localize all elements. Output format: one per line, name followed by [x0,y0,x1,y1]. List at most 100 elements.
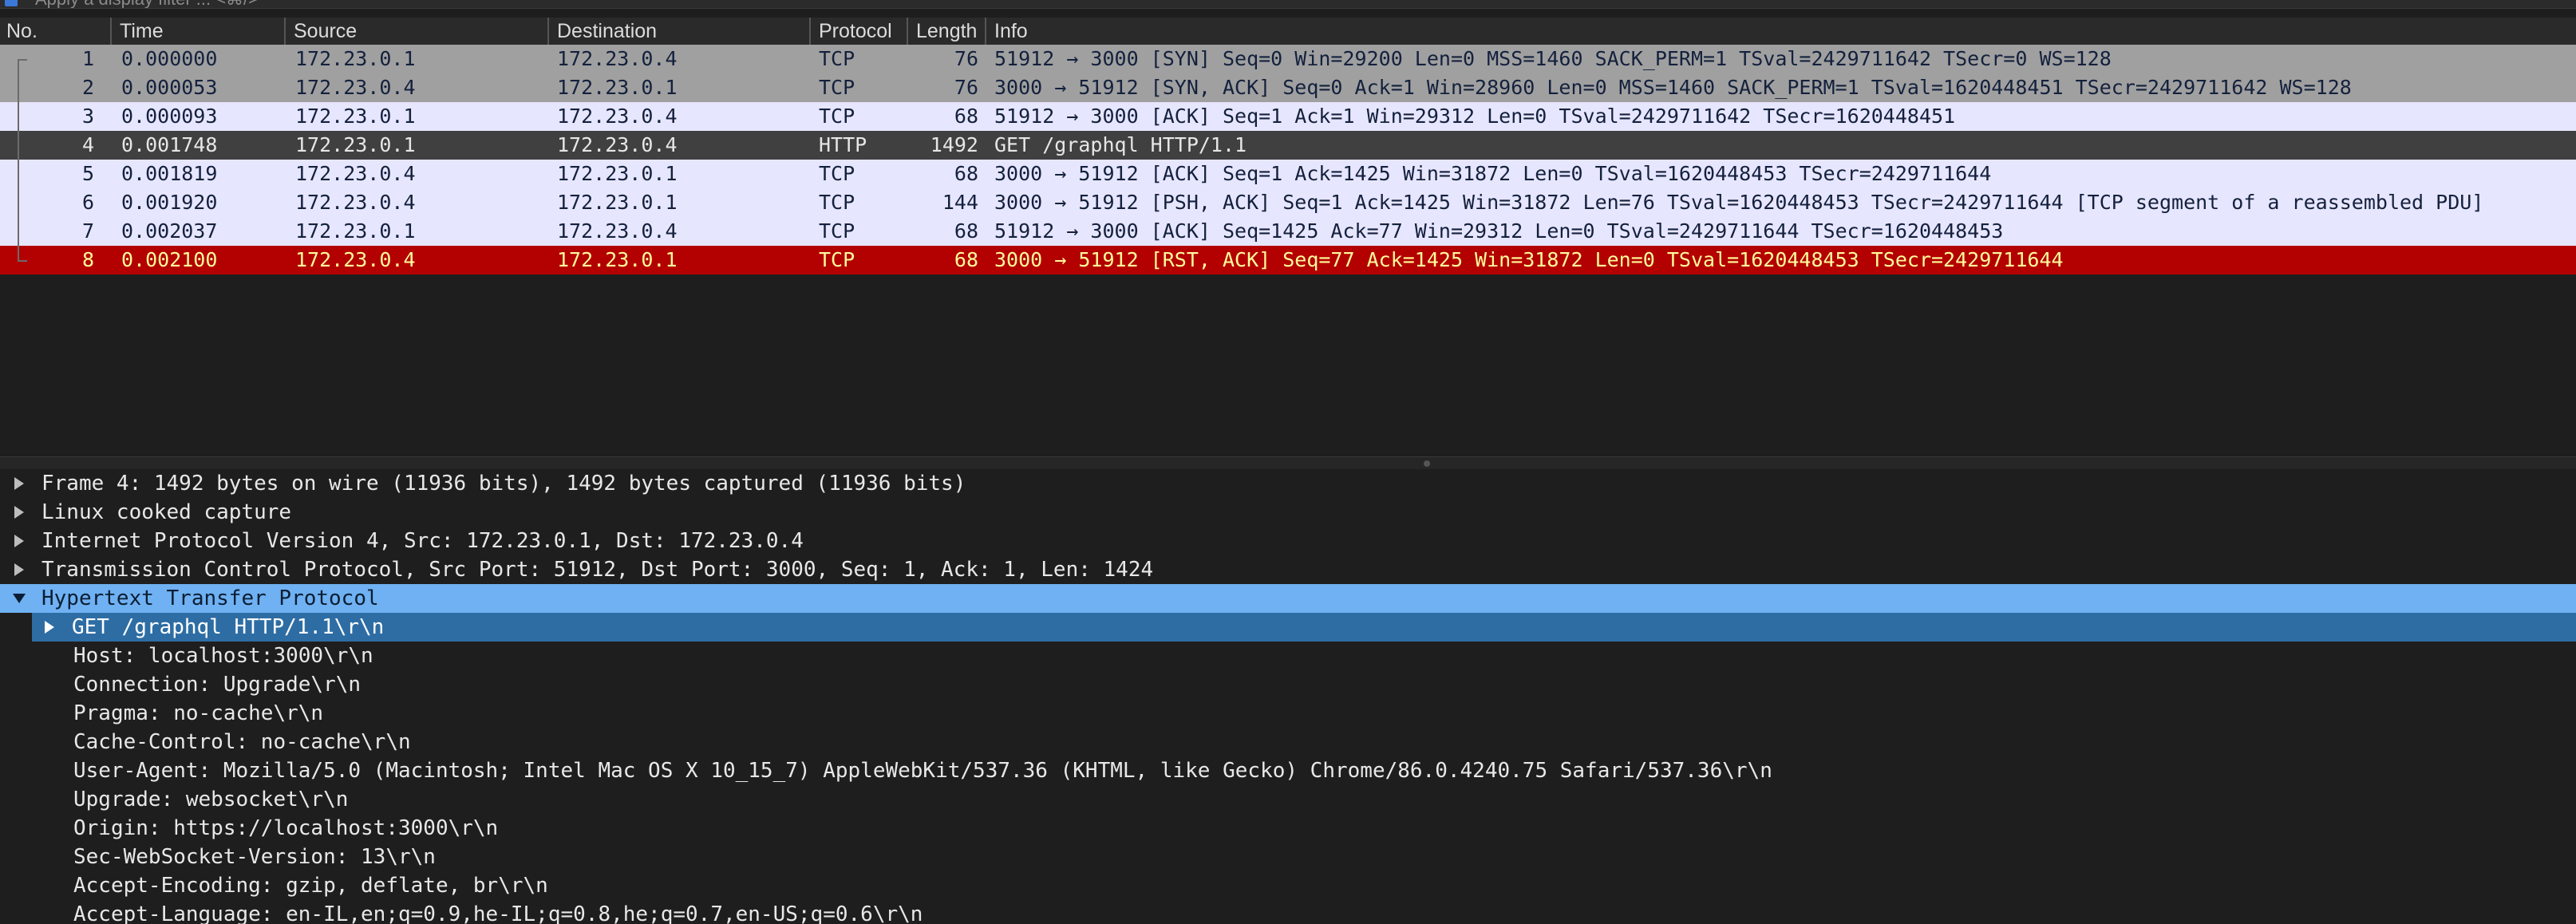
details-tree-item[interactable]: Internet Protocol Version 4, Src: 172.23… [0,527,2576,555]
packet-info: 3000 → 51912 [RST, ACK] Seq=77 Ack=1425 … [994,248,2064,271]
packet-row[interactable]: 7 0.002037 172.23.0.1 172.23.0.4 TCP 68 51912 … [0,217,2576,246]
packet-time: 0.001748 [121,133,218,156]
packet-row[interactable]: 5 0.001819 172.23.0.4 172.23.0.1 TCP 68 3000 →… [0,160,2576,188]
packet-info: 3000 → 51912 [PSH, ACK] Seq=1 Ack=1425 W… [994,191,2484,214]
packet-length: 68 [954,219,978,243]
details-tree-subitem[interactable]: Origin: https://localhost:3000\r\n [0,814,2576,843]
column-header-info[interactable]: Info [985,18,2574,45]
display-filter-bar[interactable]: Apply a display filter ... <⌘/> [0,0,2576,9]
details-tree-subitem[interactable]: Sec-WebSocket-Version: 13\r\n [0,843,2576,871]
packet-protocol: TCP [819,162,855,185]
details-item-text: Hypertext Transfer Protocol [41,586,379,610]
packet-source: 172.23.0.4 [295,191,416,214]
column-header-no[interactable]: No. [0,18,109,45]
details-tree-subitem[interactable]: GET /graphql HTTP/1.1\r\n [32,613,2576,642]
packet-row[interactable]: 8 0.002100 172.23.0.4 172.23.0.1 TCP 68 3000 →… [0,246,2576,274]
packet-source: 172.23.0.1 [295,219,416,243]
column-header-source[interactable]: Source [284,18,541,45]
packet-info: 3000 → 51912 [ACK] Seq=1 Ack=1425 Win=31… [994,162,1992,185]
filter-bookmark-icon[interactable] [5,0,18,6]
collapse-right-arrow-icon[interactable] [14,535,24,547]
packet-row[interactable]: 6 0.001920 172.23.0.4 172.23.0.1 TCP 144 3000 … [0,188,2576,217]
collapse-right-arrow-icon[interactable] [14,506,24,519]
display-filter-input[interactable]: Apply a display filter ... <⌘/> [35,0,259,8]
details-item-text: GET /graphql HTTP/1.1\r\n [72,615,385,639]
details-tree-subitem[interactable]: Pragma: no-cache\r\n [0,699,2576,728]
packet-length: 144 [942,191,978,214]
packet-time: 0.002037 [121,219,218,243]
collapse-right-arrow-icon[interactable] [14,563,24,576]
packet-length: 76 [954,76,978,99]
packet-time: 0.001819 [121,162,218,185]
packet-destination: 172.23.0.1 [557,191,678,214]
conversation-bracket-end [18,260,27,262]
packet-row[interactable]: 2 0.000053 172.23.0.4 172.23.0.1 TCP 76 3000 →… [0,73,2576,102]
packet-info: 51912 → 3000 [SYN] Seq=0 Win=29200 Len=0… [994,47,2112,70]
packet-info: 3000 → 51912 [SYN, ACK] Seq=0 Ack=1 Win=… [994,76,2352,99]
details-tree-subitem[interactable]: Accept-Language: en-IL,en;q=0.9,he-IL;q=… [0,900,2576,924]
packet-destination: 172.23.0.4 [557,133,678,156]
details-tree-item[interactable]: Transmission Control Protocol, Src Port:… [0,555,2576,584]
conversation-bracket-start [18,59,27,61]
packet-source: 172.23.0.1 [295,133,416,156]
packet-info: GET /graphql HTTP/1.1 [994,133,1247,156]
details-item-text: Internet Protocol Version 4, Src: 172.23… [41,529,804,553]
details-item-text: Accept-Encoding: gzip, deflate, br\r\n [73,874,548,898]
packet-time: 0.000000 [121,47,218,70]
conversation-bracket [18,59,27,260]
packet-list-header: No. Time Source Destination Protocol Len… [0,18,2576,45]
details-item-text: Connection: Upgrade\r\n [73,673,362,697]
packet-destination: 172.23.0.1 [557,248,678,271]
collapse-right-arrow-icon[interactable] [14,477,24,490]
packet-row[interactable]: 1 0.000000 172.23.0.1 172.23.0.4 TCP 76 51912 … [0,45,2576,73]
details-tree-subitem[interactable]: Connection: Upgrade\r\n [0,670,2576,699]
details-item-text: Linux cooked capture [41,500,292,524]
details-item-text: Frame 4: 1492 bytes on wire (11936 bits)… [41,472,966,496]
packet-source: 172.23.0.4 [295,76,416,99]
details-tree-subitem[interactable]: Upgrade: websocket\r\n [0,785,2576,814]
packet-time: 0.000093 [121,105,218,128]
details-item-text: User-Agent: Mozilla/5.0 (Macintosh; Inte… [73,759,1772,783]
column-header-destination[interactable]: Destination [547,18,804,45]
packet-list[interactable]: 1 0.000000 172.23.0.1 172.23.0.4 TCP 76 51912 … [0,45,2576,456]
packet-row[interactable]: 4 0.001748 172.23.0.1 172.23.0.4 HTTP 1492 GET… [0,131,2576,160]
expand-down-arrow-icon[interactable] [13,594,26,603]
packet-row[interactable]: 3 0.000093 172.23.0.1 172.23.0.4 TCP 68 51912 … [0,102,2576,131]
column-header-time[interactable]: Time [110,18,279,45]
details-tree-subitem[interactable]: User-Agent: Mozilla/5.0 (Macintosh; Inte… [0,756,2576,785]
packet-no: 1 [81,47,94,70]
packet-details-pane[interactable]: Frame 4: 1492 bytes on wire (11936 bits)… [0,469,2576,924]
packet-destination: 172.23.0.4 [557,47,678,70]
details-tree-item[interactable]: Hypertext Transfer Protocol [0,584,2576,613]
packet-no: 8 [81,248,94,271]
collapse-right-arrow-icon[interactable] [45,621,54,634]
packet-info: 51912 → 3000 [ACK] Seq=1425 Ack=77 Win=2… [994,219,2004,243]
details-tree-subitem[interactable]: Cache-Control: no-cache\r\n [0,728,2576,756]
splitter-grip-icon[interactable] [1424,460,1430,467]
packet-length: 68 [954,248,978,271]
packet-info: 51912 → 3000 [ACK] Seq=1 Ack=1 Win=29312… [994,105,1956,128]
details-tree-subitem[interactable]: Host: localhost:3000\r\n [0,642,2576,670]
details-item-text: Transmission Control Protocol, Src Port:… [41,558,1154,582]
packet-protocol: TCP [819,191,855,214]
packet-source: 172.23.0.4 [295,162,416,185]
details-item-text: Cache-Control: no-cache\r\n [73,730,411,754]
details-item-text: Sec-WebSocket-Version: 13\r\n [73,845,436,869]
packet-source: 172.23.0.1 [295,105,416,128]
packet-no: 4 [81,133,94,156]
details-tree-subitem[interactable]: Accept-Encoding: gzip, deflate, br\r\n [0,871,2576,900]
packet-protocol: HTTP [819,133,867,156]
packet-protocol: TCP [819,105,855,128]
packet-protocol: TCP [819,219,855,243]
packet-destination: 172.23.0.4 [557,105,678,128]
packet-destination: 172.23.0.1 [557,76,678,99]
column-header-protocol[interactable]: Protocol [809,18,902,45]
details-tree-item[interactable]: Linux cooked capture [0,498,2576,527]
details-tree-item[interactable]: Frame 4: 1492 bytes on wire (11936 bits)… [0,469,2576,498]
packet-no: 6 [81,191,94,214]
column-header-length[interactable]: Length [907,18,986,45]
packet-protocol: TCP [819,47,855,70]
details-item-text: Host: localhost:3000\r\n [73,644,373,668]
details-item-text: Pragma: no-cache\r\n [73,701,324,725]
details-item-text: Origin: https://localhost:3000\r\n [73,816,499,840]
